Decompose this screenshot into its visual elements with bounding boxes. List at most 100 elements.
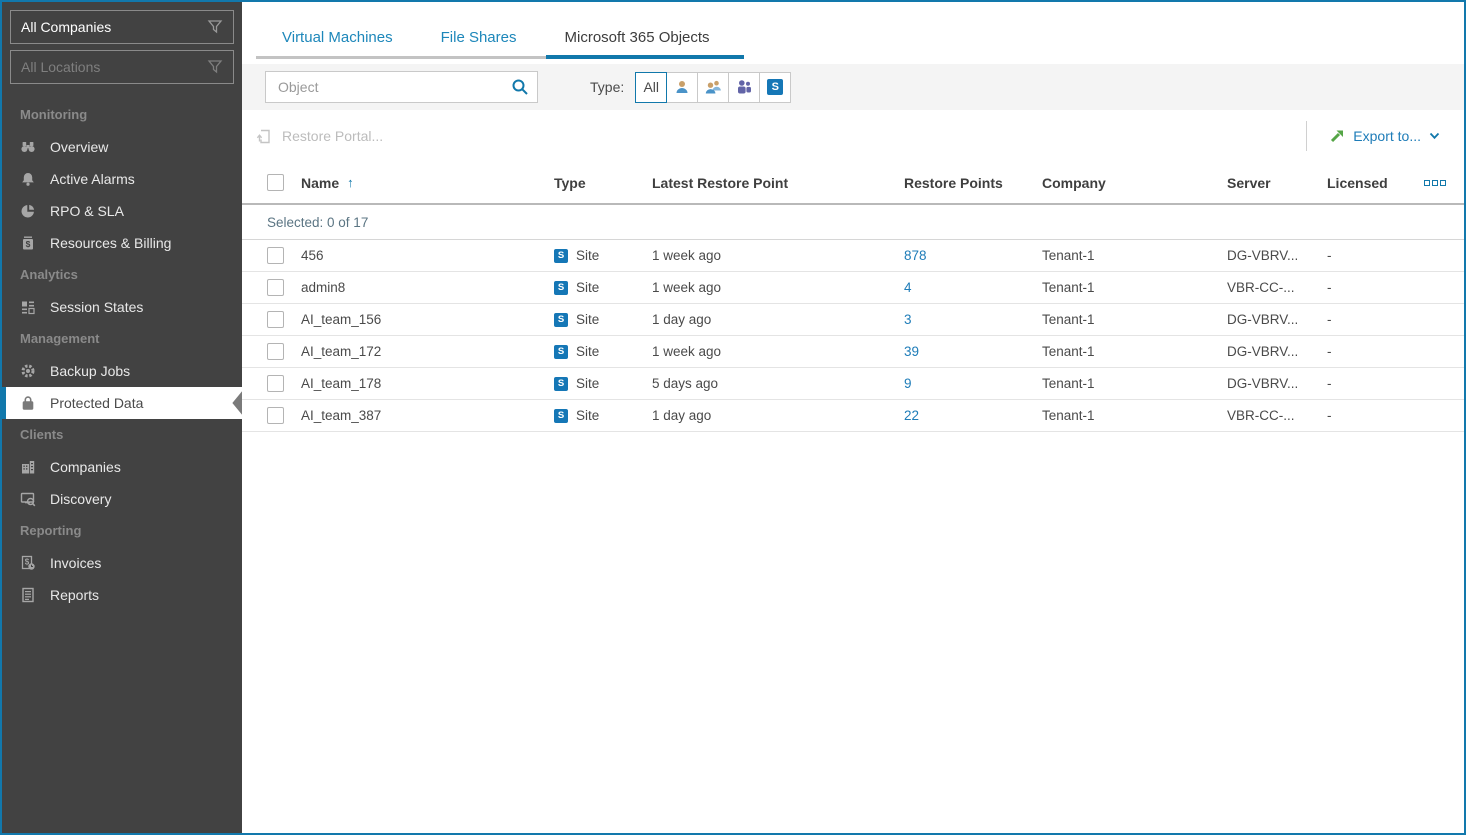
sidebar-item-active-alarms[interactable]: Active Alarms <box>2 163 242 195</box>
sidebar-item-backup-jobs[interactable]: Backup Jobs <box>2 355 242 387</box>
row-checkbox[interactable] <box>267 343 284 360</box>
sidebar-item-invoices[interactable]: $ Invoices <box>2 547 242 579</box>
row-name: AI_team_172 <box>301 344 554 359</box>
column-header-name[interactable]: Name ↑ <box>301 175 554 191</box>
sidebar-item-rpo-sla[interactable]: RPO & SLA <box>2 195 242 227</box>
type-filter-label: Type: <box>590 79 624 95</box>
sidebar-item-label: Discovery <box>50 491 111 507</box>
row-company: Tenant-1 <box>1042 248 1227 263</box>
table-row[interactable]: AI_team_172 S Site 1 week ago 39 Tenant-… <box>242 336 1464 368</box>
table-row[interactable]: AI_team_178 S Site 5 days ago 9 Tenant-1… <box>242 368 1464 400</box>
tab-underline-active <box>546 55 744 59</box>
sidebar-item-session-states[interactable]: Session States <box>2 291 242 323</box>
row-licensed: - <box>1327 376 1424 391</box>
sidebar-item-companies[interactable]: Companies <box>2 451 242 483</box>
sidebar-item-reports[interactable]: Reports <box>2 579 242 611</box>
filter-bar: Type: All S <box>242 64 1464 110</box>
row-server: DG-VBRV... <box>1227 312 1327 327</box>
table-row[interactable]: 456 S Site 1 week ago 878 Tenant-1 DG-VB… <box>242 240 1464 272</box>
row-checkbox[interactable] <box>267 375 284 392</box>
row-licensed: - <box>1327 248 1424 263</box>
type-filter-user[interactable] <box>666 72 698 103</box>
bell-icon <box>20 171 36 187</box>
sidebar-item-label: Companies <box>50 459 121 475</box>
table-row[interactable]: AI_team_387 S Site 1 day ago 22 Tenant-1… <box>242 400 1464 432</box>
row-checkbox[interactable] <box>267 311 284 328</box>
row-type: S Site <box>554 344 652 359</box>
app-window: All Companies All Locations Monitoring O… <box>0 0 1466 835</box>
row-latest-restore-point: 1 week ago <box>652 344 904 359</box>
type-filter-user-group[interactable] <box>697 72 729 103</box>
restore-points-link[interactable]: 878 <box>904 248 927 263</box>
sidebar-item-label: Session States <box>50 299 143 315</box>
restore-points-link[interactable]: 3 <box>904 312 912 327</box>
sidebar-item-label: Active Alarms <box>50 171 135 187</box>
table-row[interactable]: AI_team_156 S Site 1 day ago 3 Tenant-1 … <box>242 304 1464 336</box>
column-header-company[interactable]: Company <box>1042 175 1227 191</box>
location-filter-value: All Locations <box>21 59 207 75</box>
sidebar-item-discovery[interactable]: Discovery <box>2 483 242 515</box>
column-chooser-icon[interactable] <box>1424 180 1466 186</box>
pie-chart-icon <box>20 203 36 219</box>
row-checkbox[interactable] <box>267 407 284 424</box>
sidebar-item-label: Backup Jobs <box>50 363 130 379</box>
sharepoint-site-icon: S <box>554 409 568 423</box>
sidebar-item-overview[interactable]: Overview <box>2 131 242 163</box>
row-latest-restore-point: 1 day ago <box>652 312 904 327</box>
row-name: AI_team_387 <box>301 408 554 423</box>
type-filter-group: All S <box>636 72 791 103</box>
row-checkbox[interactable] <box>267 279 284 296</box>
column-header-server[interactable]: Server <box>1227 175 1327 191</box>
export-arrow-icon <box>1329 128 1345 144</box>
filter-icon <box>207 59 223 75</box>
type-filter-teams[interactable] <box>728 72 760 103</box>
user-group-icon <box>705 79 722 95</box>
row-company: Tenant-1 <box>1042 280 1227 295</box>
svg-text:$: $ <box>26 239 31 249</box>
row-licensed: - <box>1327 408 1424 423</box>
search-icon[interactable] <box>511 78 529 96</box>
sidebar-nav: Monitoring Overview Active Alarms RPO & … <box>2 99 242 611</box>
sharepoint-site-icon: S <box>554 345 568 359</box>
row-latest-restore-point: 1 week ago <box>652 280 904 295</box>
sidebar-item-label: Overview <box>50 139 108 155</box>
rows-container: 456 S Site 1 week ago 878 Tenant-1 DG-VB… <box>242 240 1464 432</box>
row-latest-restore-point: 1 week ago <box>652 248 904 263</box>
sidebar-item-label: Reports <box>50 587 99 603</box>
billing-icon: $ <box>20 235 36 251</box>
restore-points-link[interactable]: 4 <box>904 280 912 295</box>
sidebar-item-resources-billing[interactable]: $ Resources & Billing <box>2 227 242 259</box>
search-input[interactable] <box>278 79 511 95</box>
sort-ascending-icon: ↑ <box>347 175 354 190</box>
table-row[interactable]: admin8 S Site 1 week ago 4 Tenant-1 VBR-… <box>242 272 1464 304</box>
restore-points-link[interactable]: 9 <box>904 376 912 391</box>
invoice-icon: $ <box>20 555 36 571</box>
table-toolbar: Restore Portal... Export to... <box>242 110 1464 162</box>
row-type: S Site <box>554 408 652 423</box>
selection-summary: Selected: 0 of 17 <box>242 205 1464 240</box>
column-header-type[interactable]: Type <box>554 175 652 191</box>
row-server: VBR-CC-... <box>1227 408 1327 423</box>
location-filter[interactable]: All Locations <box>10 50 234 84</box>
export-to-label: Export to... <box>1353 128 1421 144</box>
restore-points-link[interactable]: 39 <box>904 344 919 359</box>
type-filter-sharepoint[interactable]: S <box>759 72 791 103</box>
export-to-button[interactable]: Export to... <box>1306 121 1440 151</box>
company-filter[interactable]: All Companies <box>10 10 234 44</box>
restore-portal-button[interactable]: Restore Portal... <box>256 128 383 145</box>
column-header-latest-restore-point[interactable]: Latest Restore Point <box>652 175 904 191</box>
sharepoint-icon: S <box>767 79 783 95</box>
sidebar-item-protected-data[interactable]: Protected Data <box>2 387 242 419</box>
column-header-restore-points[interactable]: Restore Points <box>904 175 1042 191</box>
row-checkbox[interactable] <box>267 247 284 264</box>
type-filter-all[interactable]: All <box>635 72 667 103</box>
sharepoint-site-icon: S <box>554 313 568 327</box>
select-all-checkbox[interactable] <box>267 174 284 191</box>
row-server: VBR-CC-... <box>1227 280 1327 295</box>
lock-icon <box>20 395 36 411</box>
nav-section-reporting: Reporting <box>2 515 242 547</box>
search-box <box>265 71 538 103</box>
column-header-licensed[interactable]: Licensed <box>1327 175 1424 191</box>
restore-points-link[interactable]: 22 <box>904 408 919 423</box>
row-type: S Site <box>554 248 652 263</box>
